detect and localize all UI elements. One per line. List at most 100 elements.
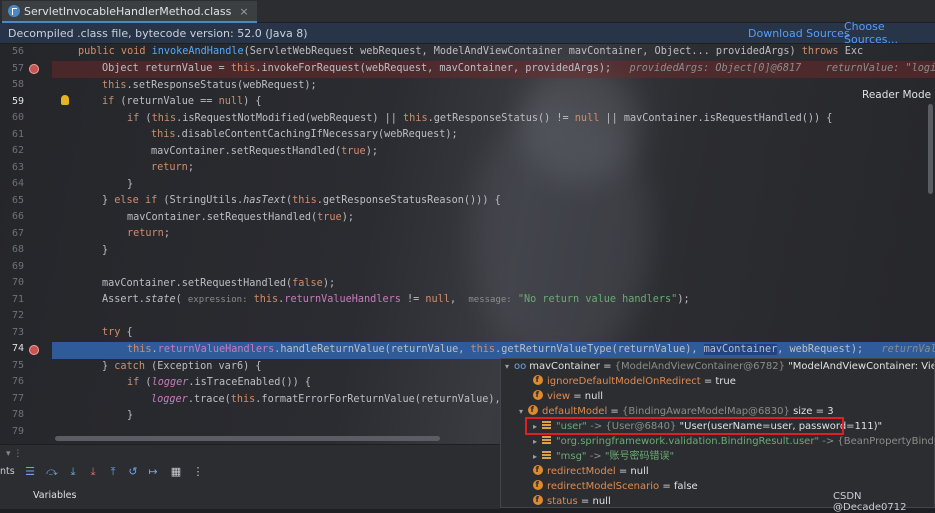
code-token: ); [341, 211, 354, 223]
line-number: 71 [11, 293, 24, 305]
code-token: (Exception var6) { [144, 360, 262, 372]
collapse-chevron-icon[interactable]: ▾ ⋮ [6, 449, 22, 459]
variables-tab[interactable]: Variables [33, 490, 76, 501]
code-line-76: if (logger.isTraceEnabled()) { [127, 375, 311, 392]
run-to-cursor-icon[interactable]: ↦ [147, 466, 159, 478]
code-token: ); [365, 145, 378, 157]
line-number: 77 [11, 392, 24, 404]
vertical-scrollbar[interactable] [928, 104, 933, 194]
code-token: .setResponseStatus(webRequest); [126, 79, 317, 91]
code-token: ( [175, 294, 188, 305]
tree-row-ignore-default-model[interactable]: ignoreDefaultModelOnRedirect = true [533, 372, 736, 389]
code-line-56: public void invokeAndHandle(ServletWebRe… [78, 44, 863, 61]
code-token: ; [187, 162, 194, 173]
line-number: 58 [11, 79, 24, 90]
tree-row-view[interactable]: view = null [533, 387, 604, 404]
code-token: if [127, 112, 140, 124]
collapse-arrow-icon[interactable]: ▾ [505, 362, 509, 371]
code-token: Assert. [102, 294, 145, 305]
choose-sources-link[interactable]: Choose Sources... [844, 20, 935, 46]
line-number: 65 [11, 194, 24, 206]
code-line-58: this.setResponseStatus(webRequest); [102, 78, 317, 95]
code-token: this [247, 294, 279, 305]
line-number: 60 [11, 112, 24, 123]
code-token: .disableContentCachingIfNecessary(webReq… [175, 129, 458, 140]
step-over-icon[interactable]: ⤼ [46, 466, 58, 478]
line-number: 62 [11, 145, 24, 156]
code-token: ); [322, 277, 336, 289]
code-token: .invokeForRequest(webRequest, mavContain… [255, 63, 612, 74]
parameter-hint: expression: [187, 295, 248, 305]
breakpoint-icon[interactable] [29, 64, 39, 74]
code-token: public void [78, 46, 152, 57]
banner-text: Decompiled .class file, bytecode version… [8, 26, 308, 40]
tab-servlet-invocable-handler-method[interactable]: ServletInvocableHandlerMethod.class × [2, 1, 257, 23]
force-step-into-icon[interactable]: ⤓ [87, 466, 99, 478]
drop-frame-icon[interactable]: ↺ [127, 466, 139, 478]
var-ref: {BindingAwareModelMap@6830} [621, 406, 790, 417]
code-token: mavContainer.setRequestHandled( [151, 145, 342, 157]
code-line-61: this.disableContentCachingIfNecessary(we… [151, 127, 458, 144]
code-token: this [151, 112, 177, 124]
code-token: mavContainer.setRequestHandled( [127, 211, 318, 223]
download-sources-link[interactable]: Download Sources [748, 27, 850, 40]
reader-mode-toggle[interactable]: Reader Mode [862, 89, 931, 101]
code-token: } [102, 360, 115, 372]
map-entry-icon [542, 436, 552, 444]
code-line-63: return; [151, 160, 194, 177]
evaluate-expression-icon[interactable]: ▦ [170, 466, 182, 478]
var-value: "账号密码错误" [604, 451, 675, 462]
code-token: Exc [838, 46, 864, 57]
var-value: null [584, 391, 604, 402]
var-name: redirectModel [547, 466, 616, 477]
intention-bulb-icon[interactable] [61, 95, 69, 105]
frames-label: nts [0, 466, 15, 477]
code-token: mavContainer [703, 344, 778, 355]
tree-row-status[interactable]: status = null [533, 492, 611, 507]
code-line-74: this.returnValueHandlers.handleReturnVal… [127, 342, 935, 359]
breakpoint-icon[interactable] [29, 345, 39, 355]
code-line-57: Object returnValue = this.invokeForReque… [102, 61, 935, 78]
field-icon [528, 402, 539, 417]
code-token: invokeAndHandle [151, 46, 244, 57]
code-token: logger [151, 393, 188, 405]
layout-icon[interactable]: ☰ [24, 466, 36, 478]
collapse-arrow-icon[interactable]: ▾ [519, 407, 523, 416]
code-line-77: logger.trace(this.formatErrorForReturnVa… [151, 392, 513, 409]
code-token: ); [677, 294, 690, 305]
code-token: this [127, 344, 152, 355]
code-token: ; [163, 228, 170, 239]
expand-arrow-icon[interactable]: ▸ [533, 452, 537, 461]
line-number: 63 [11, 161, 24, 173]
code-token: (ServletWebRequest webRequest, ModelAndV… [243, 46, 802, 57]
expand-arrow-icon[interactable]: ▸ [533, 437, 537, 446]
code-token: this [230, 393, 256, 405]
tree-row-redirect-model-scenario[interactable]: redirectModelScenario = false [533, 477, 698, 494]
more-options-icon[interactable]: ⋮ [192, 466, 204, 478]
code-token: catch [114, 360, 145, 372]
watermark: CSDN @Decade0712 [833, 491, 907, 513]
field-icon [533, 372, 543, 387]
horizontal-scrollbar[interactable] [55, 436, 440, 441]
line-number: 70 [11, 277, 24, 288]
var-value: false [673, 481, 698, 492]
line-gutter[interactable]: 56 57 58 59 60 61 62 63 64 65 66 67 68 69 70 71 72 73 74 75… [0, 44, 52, 444]
line-number: 59 [11, 95, 24, 107]
tree-row-mav-container[interactable]: ▾ oo mavContainer = {ModelAndViewContainer… [505, 359, 934, 374]
field-icon [533, 387, 543, 402]
code-line-78: } [127, 408, 133, 425]
step-out-icon[interactable]: ⤒ [107, 466, 119, 478]
close-tab-icon[interactable]: × [239, 5, 248, 18]
code-token: else if [114, 195, 158, 206]
tree-row-binding-result[interactable]: ▸ "org.springframework.validation.Binding… [533, 434, 934, 449]
step-into-icon[interactable]: ⤓ [67, 466, 79, 478]
code-token: null [574, 112, 600, 124]
line-number: 66 [11, 211, 24, 222]
code-token: || mavContainer.isRequestHandled()) { [599, 112, 833, 124]
code-line-70: mavContainer.setRequestHandled(false); [102, 276, 335, 293]
tree-row-msg[interactable]: ▸ "msg" -> "账号密码错误" [533, 449, 674, 464]
var-name: defaultModel [542, 406, 608, 417]
tree-row-redirect-model[interactable]: redirectModel = null [533, 462, 649, 479]
code-token: Object returnValue = [102, 63, 231, 74]
line-number: 69 [11, 260, 24, 272]
